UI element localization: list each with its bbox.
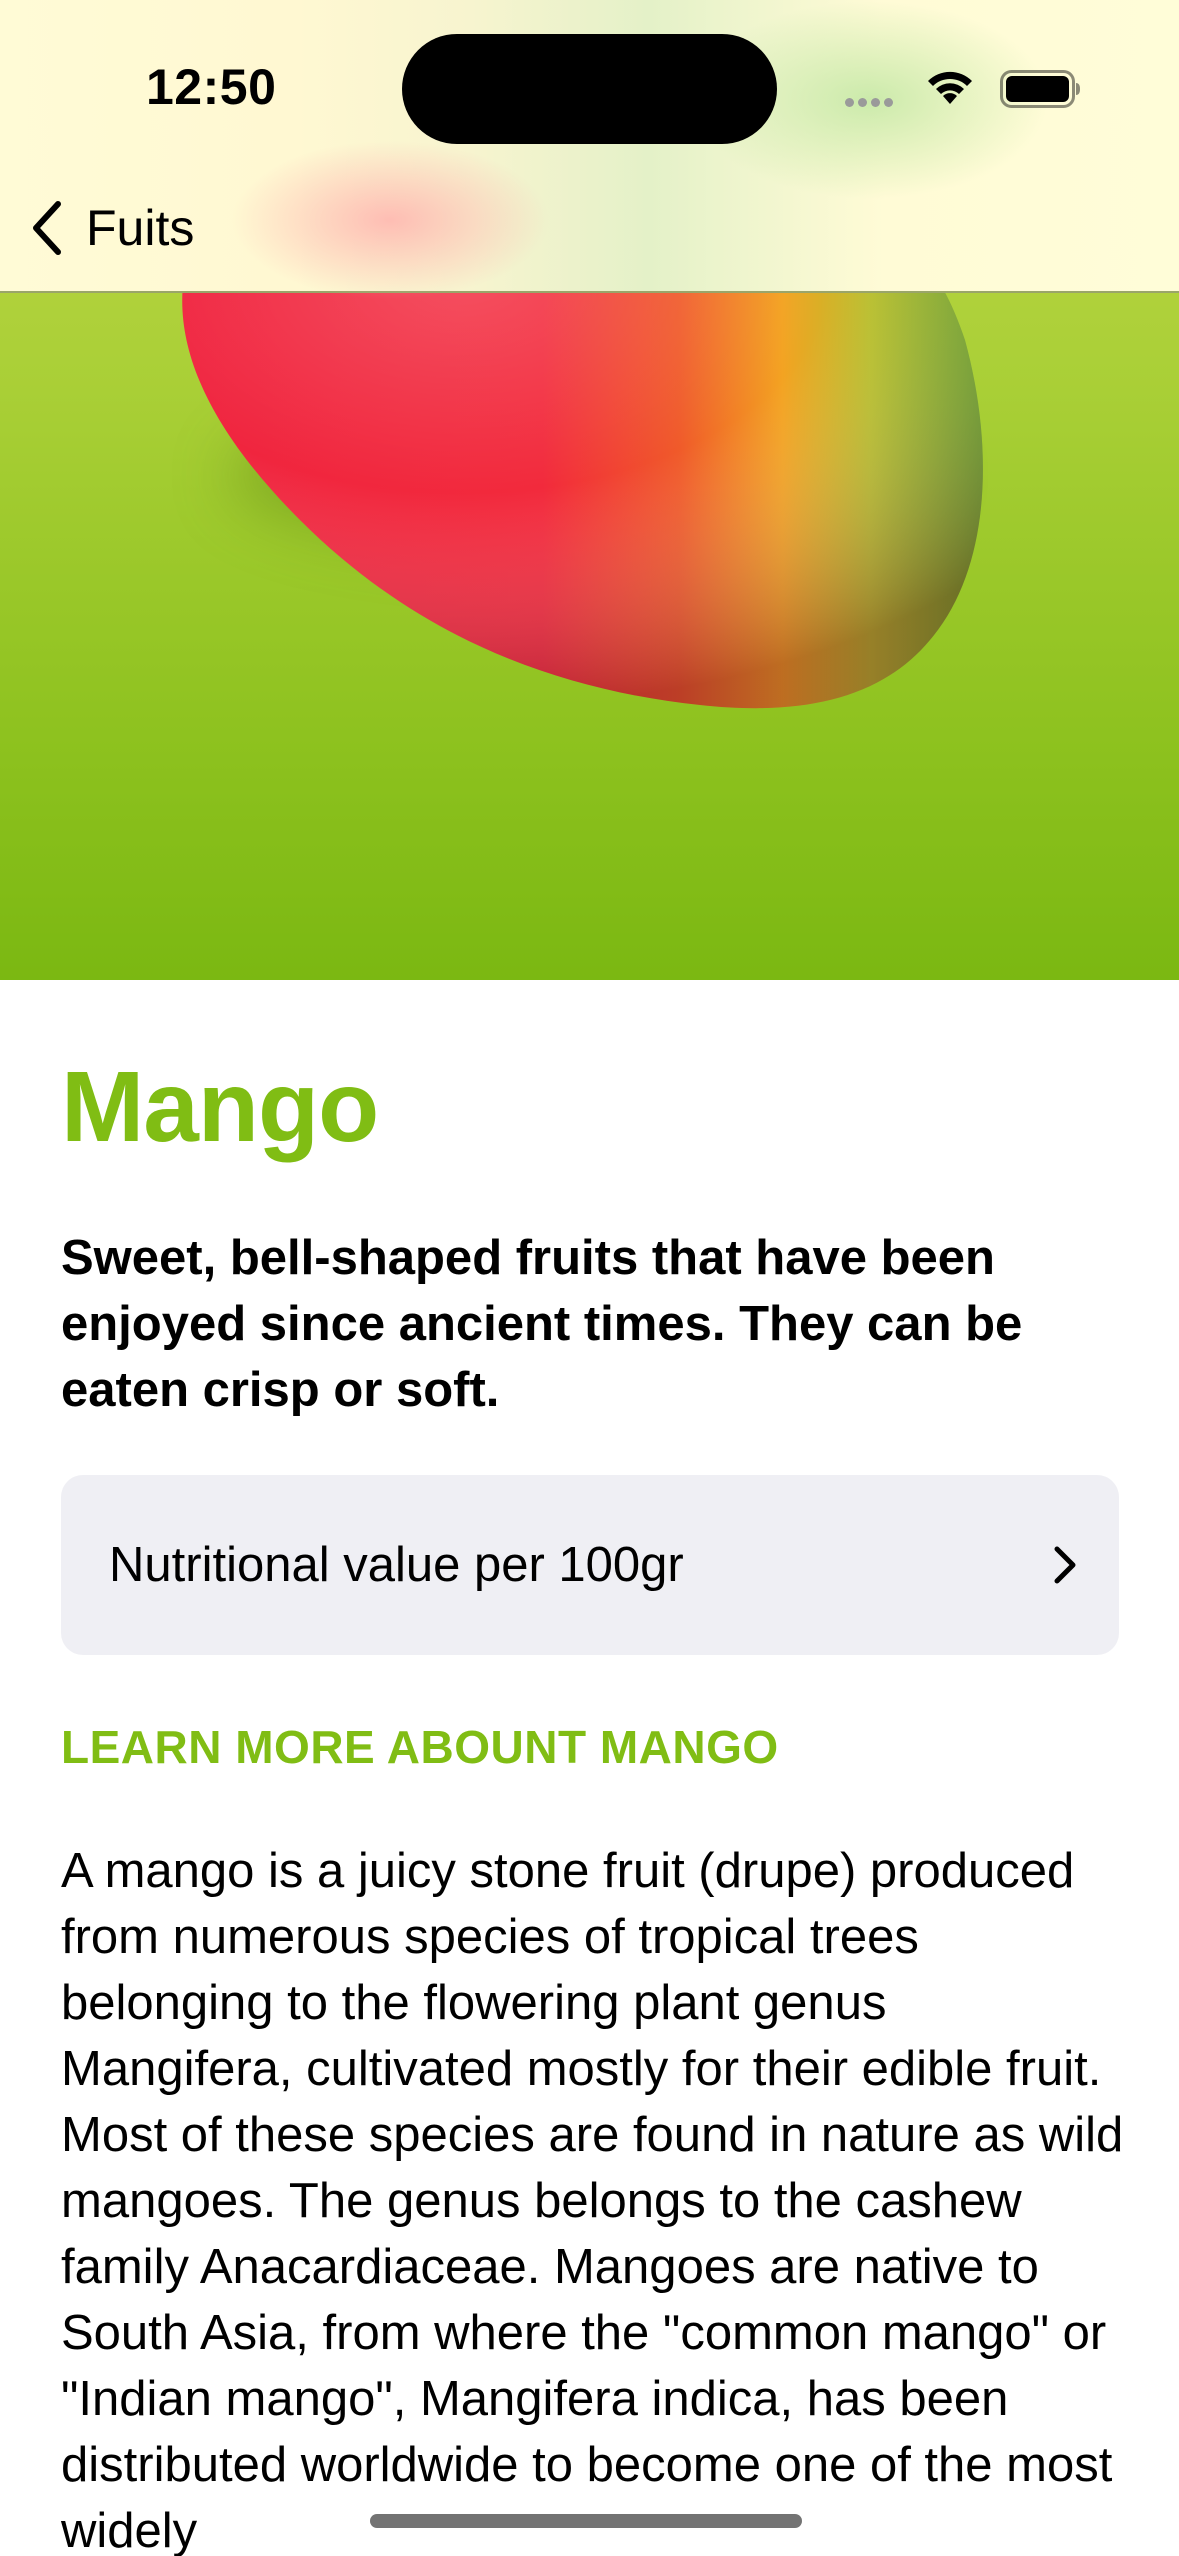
fruit-title: Mango: [61, 1051, 379, 1163]
bar-tint: [230, 140, 550, 300]
fruit-headline: Sweet, bell-shaped fruits that have been…: [61, 1231, 1023, 1417]
learn-more-heading: LEARN MORE ABOUNT MANGO: [61, 1721, 779, 1773]
battery-icon: [1000, 70, 1080, 108]
cellular-signal-icon: [845, 94, 897, 112]
back-button-label: Fuits: [86, 200, 195, 256]
wifi-icon: [928, 71, 972, 104]
dynamic-island: [402, 34, 777, 144]
fruit-description: A mango is a juicy stone fruit (drupe) p…: [61, 1844, 1124, 2556]
back-button[interactable]: Fuits: [26, 196, 194, 260]
home-indicator[interactable]: [370, 2514, 802, 2528]
chevron-left-icon: [33, 201, 61, 255]
status-time: 12:50: [146, 59, 277, 115]
nutrition-row-label: Nutritional value per 100gr: [109, 1538, 684, 1592]
chevron-right-icon: [1054, 1546, 1076, 1584]
navigation-bar: 12:50 Fuits: [0, 0, 1179, 300]
nutrition-row[interactable]: Nutritional value per 100gr: [61, 1475, 1119, 1655]
